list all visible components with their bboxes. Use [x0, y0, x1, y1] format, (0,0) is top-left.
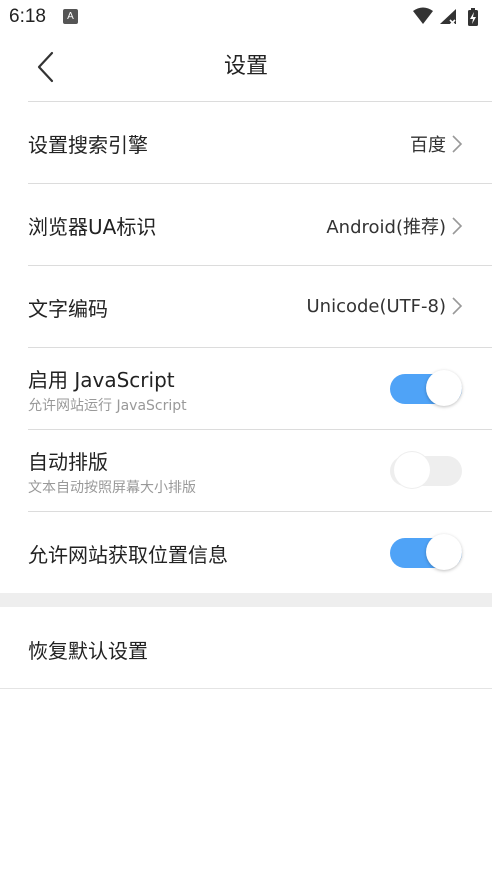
battery-icon	[468, 8, 478, 26]
search-engine-row[interactable]: 设置搜索引擎 百度	[28, 101, 492, 183]
status-time: 6:18	[9, 6, 46, 27]
reset-defaults-label: 恢复默认设置	[28, 639, 148, 663]
chevron-right-icon	[452, 217, 463, 235]
user-agent-row[interactable]: 浏览器UA标识 Android(推荐)	[28, 183, 492, 265]
status-icons	[412, 6, 484, 28]
user-agent-value: Android(推荐)	[326, 217, 446, 238]
status-bar: 6:18 A	[0, 0, 492, 34]
text-encoding-label: 文字编码	[28, 297, 108, 321]
wifi-icon	[413, 7, 433, 24]
auto-layout-row: 自动排版 文本自动按照屏幕大小排版	[28, 429, 492, 511]
section-divider	[0, 593, 492, 607]
location-permission-label: 允许网站获取位置信息	[28, 543, 228, 567]
javascript-label: 启用 JavaScript	[28, 368, 175, 392]
app-notification-icon: A	[63, 9, 78, 24]
location-permission-toggle[interactable]	[390, 534, 462, 570]
auto-layout-description: 文本自动按照屏幕大小排版	[28, 480, 196, 496]
chevron-right-icon	[452, 297, 463, 315]
location-permission-row: 允许网站获取位置信息	[28, 511, 492, 593]
text-encoding-value: Unicode(UTF-8)	[306, 295, 446, 317]
header: 设置	[0, 34, 492, 101]
settings-list: 设置搜索引擎 百度 浏览器UA标识 Android(推荐) 文字编码 Unico…	[0, 101, 492, 593]
javascript-description: 允许网站运行 JavaScript	[28, 398, 187, 414]
page-title: 设置	[223, 54, 268, 79]
reset-defaults-row[interactable]: 恢复默认设置	[0, 607, 492, 689]
chevron-right-icon	[452, 135, 463, 153]
javascript-row: 启用 JavaScript 允许网站运行 JavaScript	[28, 347, 492, 429]
javascript-toggle[interactable]	[390, 370, 462, 406]
signal-icon	[440, 9, 456, 26]
text-encoding-row[interactable]: 文字编码 Unicode(UTF-8)	[28, 265, 492, 347]
search-engine-label: 设置搜索引擎	[28, 133, 148, 157]
auto-layout-toggle[interactable]	[390, 452, 462, 488]
user-agent-label: 浏览器UA标识	[28, 215, 157, 239]
auto-layout-label: 自动排版	[28, 450, 108, 474]
search-engine-value: 百度	[410, 135, 446, 156]
